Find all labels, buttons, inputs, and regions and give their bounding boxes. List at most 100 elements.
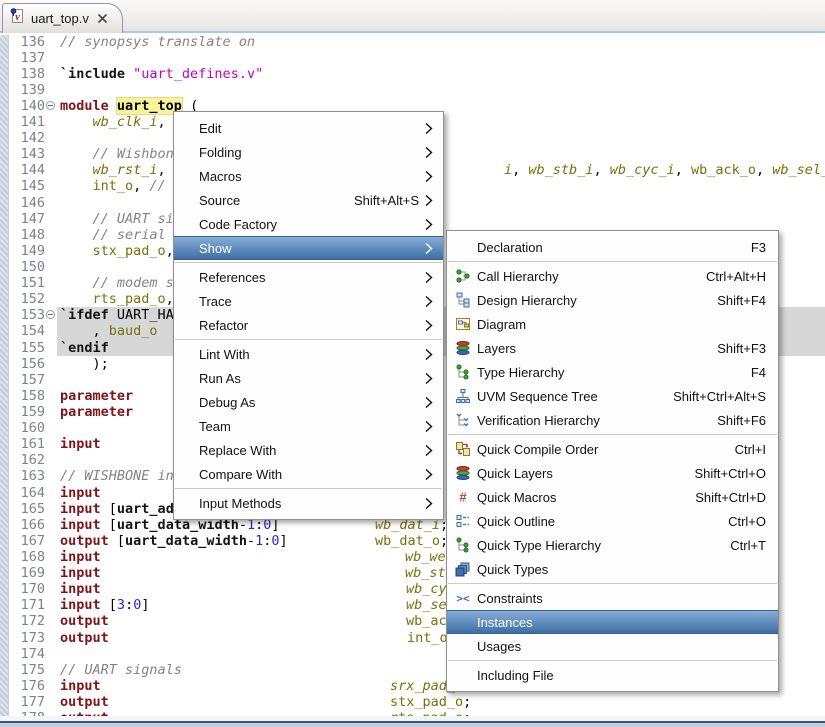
fold-gutter	[45, 227, 57, 243]
menu-item-quick-macros[interactable]: #Quick MacrosShift+Ctrl+D	[447, 485, 778, 509]
menu-item-declaration[interactable]: DeclarationF3	[447, 235, 778, 259]
menu-item-layers[interactable]: LayersShift+F3	[447, 336, 778, 360]
menu-item-label: UVM Sequence Tree	[477, 389, 598, 404]
menu-item-run-as[interactable]: Run As	[174, 366, 443, 390]
type-hierarchy-icon	[453, 537, 473, 553]
menu-item-folding[interactable]: Folding	[174, 140, 443, 164]
menu-item-compare-with[interactable]: Compare With	[174, 462, 443, 486]
menu-item-macros[interactable]: Macros	[174, 164, 443, 188]
code-text	[57, 50, 825, 66]
menu-item-label: Replace With	[199, 443, 276, 458]
fold-gutter	[45, 597, 57, 613]
menu-item-debug-as[interactable]: Debug As	[174, 390, 443, 414]
menu-item-label: Usages	[477, 639, 521, 654]
verilog-file-icon: v	[10, 8, 25, 29]
code-text: `include "uart_defines.v"	[57, 66, 825, 82]
code-text: outputstx_pad_o;	[57, 694, 825, 710]
submenu-arrow-icon	[419, 396, 439, 409]
fold-collapse-icon[interactable]	[45, 98, 57, 114]
menu-item-shortcut: Ctrl+O	[728, 514, 766, 529]
menu-item-label: Diagram	[477, 317, 526, 332]
menu-item-label: Refactor	[199, 318, 248, 333]
menu-item-label: References	[199, 270, 265, 285]
fold-gutter	[45, 388, 57, 404]
submenu-arrow-icon	[419, 348, 439, 361]
editor-bottom-edge	[0, 716, 825, 727]
fold-gutter	[45, 243, 57, 259]
fold-gutter	[45, 501, 57, 517]
menu-item-including-file[interactable]: Including File	[447, 663, 778, 687]
fold-gutter	[45, 291, 57, 307]
type-hierarchy-icon	[453, 364, 473, 380]
fold-gutter	[45, 146, 57, 162]
menu-item-edit[interactable]: Edit	[174, 116, 443, 140]
menu-item-shortcut: F4	[751, 365, 766, 380]
constraints-icon: ><	[453, 590, 473, 606]
compile-order-icon	[453, 441, 473, 457]
fold-gutter	[45, 436, 57, 452]
code-text	[57, 82, 825, 98]
menu-item-quick-type-hierarchy[interactable]: Quick Type HierarchyCtrl+T	[447, 533, 778, 557]
code-line-137: 137	[0, 50, 825, 66]
layers-icon	[453, 465, 473, 481]
menu-item-quick-layers[interactable]: Quick LayersShift+Ctrl+O	[447, 461, 778, 485]
submenu-arrow-icon	[419, 319, 439, 332]
menu-item-source[interactable]: SourceShift+Alt+S	[174, 188, 443, 212]
fold-gutter	[45, 613, 57, 629]
fold-gutter	[45, 694, 57, 710]
menu-item-quick-compile-order[interactable]: Quick Compile OrderCtrl+I	[447, 437, 778, 461]
submenu-arrow-icon	[419, 468, 439, 481]
menu-item-team[interactable]: Team	[174, 414, 443, 438]
menu-item-trace[interactable]: Trace	[174, 289, 443, 313]
ide-window: v uart_top.v 136// synopsys translate on…	[0, 0, 825, 727]
menu-item-label: Folding	[199, 145, 242, 160]
svg-text:#: #	[459, 490, 467, 505]
fold-gutter	[45, 259, 57, 275]
menu-item-diagram[interactable]: Diagram	[447, 312, 778, 336]
menu-separator	[175, 262, 442, 263]
menu-item-verification-hierarchy[interactable]: Verification HierarchyShift+F6	[447, 408, 778, 432]
menu-item-quick-types[interactable]: Quick Types	[447, 557, 778, 581]
menu-item-type-hierarchy[interactable]: Type HierarchyF4	[447, 360, 778, 384]
fold-gutter	[45, 35, 57, 50]
fold-collapse-icon[interactable]	[45, 307, 57, 323]
tab-close-icon[interactable]	[97, 13, 108, 24]
menu-item-code-factory[interactable]: Code Factory	[174, 212, 443, 236]
menu-item-show[interactable]: Show	[174, 236, 443, 260]
submenu-arrow-icon	[419, 194, 439, 207]
menu-item-references[interactable]: References	[174, 265, 443, 289]
fold-gutter	[45, 372, 57, 388]
fold-gutter	[45, 452, 57, 468]
menu-item-replace-with[interactable]: Replace With	[174, 438, 443, 462]
menu-item-uvm-sequence-tree[interactable]: UVM Sequence TreeShift+Ctrl+Alt+S	[447, 384, 778, 408]
fold-gutter	[45, 178, 57, 194]
code-line-136: 136// synopsys translate on	[0, 35, 825, 50]
menu-item-input-methods[interactable]: Input Methods	[174, 491, 443, 515]
menu-item-label: Quick Layers	[477, 466, 553, 481]
submenu-arrow-icon	[419, 170, 439, 183]
menu-item-shortcut: F3	[751, 240, 766, 255]
editor-tab[interactable]: v uart_top.v	[2, 3, 123, 33]
submenu-arrow-icon	[419, 271, 439, 284]
menu-item-usages[interactable]: Usages	[447, 634, 778, 658]
menu-item-refactor[interactable]: Refactor	[174, 313, 443, 337]
fold-gutter	[45, 340, 57, 356]
editor-tab-bar: v uart_top.v	[0, 0, 825, 33]
menu-item-lint-with[interactable]: Lint With	[174, 342, 443, 366]
fold-gutter	[45, 130, 57, 146]
menu-item-call-hierarchy[interactable]: Call HierarchyCtrl+Alt+H	[447, 264, 778, 288]
fold-gutter	[45, 50, 57, 66]
code-line-139: 139	[0, 82, 825, 98]
menu-item-quick-outline[interactable]: Quick Outline Ctrl+O	[447, 509, 778, 533]
menu-item-constraints[interactable]: ><Constraints	[447, 586, 778, 610]
menu-item-label: Quick Outline	[477, 514, 555, 529]
outline-icon	[453, 513, 473, 529]
menu-item-label: Macros	[199, 169, 242, 184]
menu-item-design-hierarchy[interactable]: Design HierarchyShift+F4	[447, 288, 778, 312]
menu-item-label: Run As	[199, 371, 241, 386]
submenu-arrow-icon	[419, 420, 439, 433]
menu-item-label: Source	[199, 193, 240, 208]
menu-item-instances[interactable]: Instances	[447, 610, 778, 634]
fold-gutter	[45, 485, 57, 501]
fold-gutter	[45, 356, 57, 372]
